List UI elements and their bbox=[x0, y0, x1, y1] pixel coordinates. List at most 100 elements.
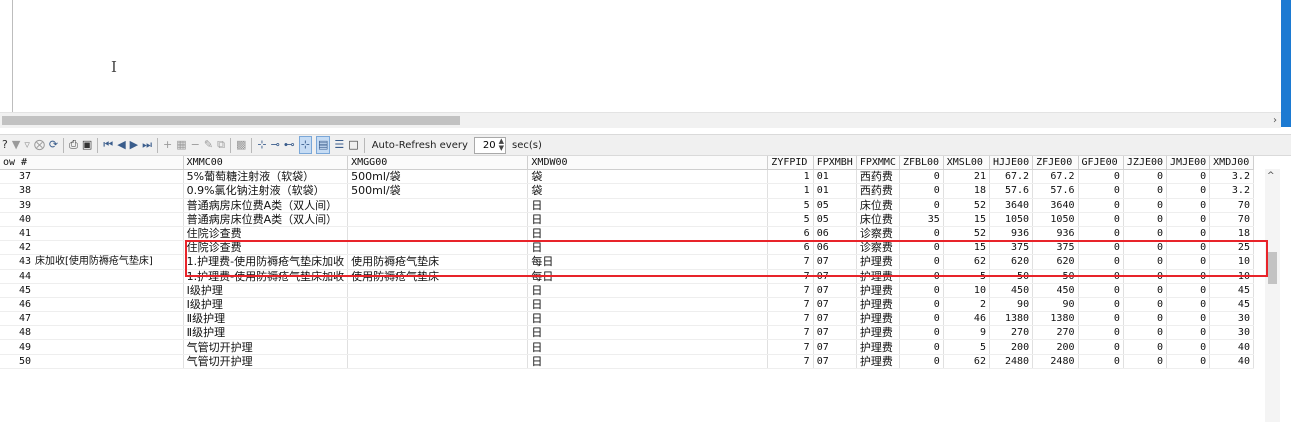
cell-fpid[interactable]: 6 bbox=[767, 226, 814, 242]
cell-spec[interactable] bbox=[347, 198, 529, 213]
cell-hj[interactable]: 270 bbox=[989, 325, 1034, 341]
cell-zfbl[interactable]: 0 bbox=[899, 269, 944, 284]
column-header[interactable]: ZYFPID bbox=[767, 156, 814, 171]
cell-zfbl[interactable]: 0 bbox=[899, 311, 944, 327]
table-row[interactable]: 43 床加收[使用防褥疮气垫床]床加收[使用防褥疮气垫床] 1.护理费-使用防褥疮气… bbox=[0, 254, 1291, 270]
cell-jm[interactable]: 0 bbox=[1166, 339, 1211, 355]
cell-spec[interactable] bbox=[347, 226, 529, 242]
cell-gf[interactable]: 0 bbox=[1078, 226, 1124, 242]
cell-zfbl[interactable]: 0 bbox=[899, 283, 944, 298]
cell-hj[interactable]: 1380 bbox=[989, 311, 1034, 327]
cell-name[interactable]: Ⅱ级护理 bbox=[183, 311, 349, 327]
cell-hj[interactable]: 450 bbox=[989, 283, 1034, 298]
cell-gf[interactable]: 0 bbox=[1078, 212, 1124, 227]
cell-zf[interactable]: 1380 bbox=[1032, 311, 1079, 327]
cell-zfbl[interactable]: 0 bbox=[899, 183, 944, 199]
edit-record-icon[interactable]: ✎ bbox=[204, 137, 213, 153]
auto-refresh-value[interactable]: 20 bbox=[475, 140, 498, 151]
cell-fpbh[interactable]: 06 bbox=[813, 226, 857, 242]
cell-sl[interactable]: 62 bbox=[943, 254, 990, 270]
cell-gf[interactable]: 0 bbox=[1078, 325, 1124, 341]
cell-fpmc[interactable]: 护理费 bbox=[856, 325, 900, 341]
copy-record-icon[interactable]: ⧉ bbox=[217, 137, 225, 153]
cell-dj[interactable]: 40 bbox=[1209, 354, 1254, 369]
cell-spec[interactable] bbox=[347, 283, 529, 298]
cell-hj[interactable]: 57.6 bbox=[989, 183, 1034, 199]
cell-zfbl[interactable]: 0 bbox=[899, 325, 944, 341]
column-header[interactable]: ow # bbox=[0, 156, 184, 171]
cell-hj[interactable]: 2480 bbox=[989, 354, 1034, 369]
cell-gf[interactable]: 0 bbox=[1078, 240, 1124, 256]
cell-zfbl[interactable]: 0 bbox=[899, 254, 944, 270]
refresh-icon[interactable]: ⟳ bbox=[49, 137, 58, 153]
cell-hj[interactable]: 90 bbox=[989, 297, 1034, 313]
cell-jm[interactable]: 0 bbox=[1166, 183, 1211, 199]
cell-fpbh[interactable]: 06 bbox=[813, 240, 857, 256]
cell-rn[interactable]: 45 bbox=[0, 283, 184, 298]
cell-fpbh[interactable]: 01 bbox=[813, 183, 857, 199]
cell-unit[interactable]: 日 bbox=[527, 240, 769, 256]
column-header[interactable]: ZFJE00 bbox=[1032, 156, 1079, 171]
cell-name[interactable]: Ⅰ级护理 bbox=[183, 297, 349, 313]
cell-rn[interactable]: 39 bbox=[0, 198, 184, 213]
form-view-icon[interactable]: ▩ bbox=[236, 137, 246, 153]
column-header[interactable]: FPXMMC bbox=[856, 156, 900, 171]
text-view-icon[interactable]: □ bbox=[348, 137, 358, 153]
cell-gf[interactable]: 0 bbox=[1078, 183, 1124, 199]
cell-hj[interactable]: 1050 bbox=[989, 212, 1034, 227]
not-null-icon[interactable]: ⊷ bbox=[284, 137, 295, 153]
cell-dj[interactable]: 30 bbox=[1209, 325, 1254, 341]
cell-rn[interactable]: 46 bbox=[0, 297, 184, 313]
table-row[interactable]: 48 Ⅱ级护理日 7 07 护理费 0 9 270 270 0 0 0 30 bbox=[0, 325, 1291, 341]
cell-unit[interactable]: 日 bbox=[527, 297, 769, 313]
cell-fpbh[interactable]: 07 bbox=[813, 297, 857, 313]
cell-gf[interactable]: 0 bbox=[1078, 311, 1124, 327]
table-row[interactable]: 37 5%葡萄糖注射液（软袋） 500ml/袋袋 1 01 西药费 0 21 67.2 67.2 0… bbox=[0, 169, 1291, 185]
column-header[interactable]: GFJE00 bbox=[1078, 156, 1124, 171]
cell-rn[interactable]: 44 bbox=[0, 269, 184, 284]
vertical-scrollbar[interactable]: ^ bbox=[1265, 169, 1280, 422]
cell-spec[interactable] bbox=[347, 325, 529, 341]
cell-rn[interactable]: 49 bbox=[0, 339, 184, 355]
cell-zfbl[interactable]: 0 bbox=[899, 169, 944, 185]
cell-gf[interactable]: 0 bbox=[1078, 169, 1124, 185]
cell-dj[interactable]: 3.2 bbox=[1209, 169, 1254, 185]
cell-fpid[interactable]: 7 bbox=[767, 311, 814, 327]
cell-jz[interactable]: 0 bbox=[1123, 354, 1168, 369]
grid-view-icon[interactable]: ▤ bbox=[316, 136, 331, 154]
cell-dj[interactable]: 45 bbox=[1209, 297, 1254, 313]
form-layout-icon[interactable]: ☰ bbox=[334, 137, 344, 153]
column-header[interactable]: XMDJ00 bbox=[1209, 156, 1254, 171]
cell-dj[interactable]: 30 bbox=[1209, 311, 1254, 327]
cell-zf[interactable]: 270 bbox=[1032, 325, 1079, 341]
cell-gf[interactable]: 0 bbox=[1078, 283, 1124, 298]
table-row[interactable]: 41 住院诊查费日 6 06 诊察费 0 52 936 936 0 0 0 18 bbox=[0, 226, 1291, 242]
cell-hj[interactable]: 936 bbox=[989, 226, 1034, 242]
cell-fpid[interactable]: 7 bbox=[767, 283, 814, 298]
cell-fpbh[interactable]: 05 bbox=[813, 212, 857, 227]
scroll-up-arrow-icon[interactable]: ^ bbox=[1267, 171, 1275, 181]
cell-hj[interactable]: 3640 bbox=[989, 198, 1034, 213]
cell-spec[interactable]: 使用防褥疮气垫床 bbox=[347, 269, 529, 284]
cell-spec[interactable]: 500ml/袋 bbox=[347, 169, 529, 185]
cell-dj[interactable]: 10 bbox=[1209, 254, 1254, 270]
set-null-icon[interactable]: ⊸ bbox=[271, 137, 280, 153]
cell-fpid[interactable]: 1 bbox=[767, 183, 814, 199]
cell-fpmc[interactable]: 护理费 bbox=[856, 339, 900, 355]
table-row[interactable]: 44 1.护理费-使用防褥疮气垫床加收 使用防褥疮气垫床 每日 7 07 护理费 0 5 50 50… bbox=[0, 269, 1291, 284]
column-header[interactable]: FPXMBH bbox=[813, 156, 857, 171]
cell-dj[interactable]: 40 bbox=[1209, 339, 1254, 355]
cell-gf[interactable]: 0 bbox=[1078, 297, 1124, 313]
cell-dj[interactable]: 18 bbox=[1209, 226, 1254, 242]
cell-zf[interactable]: 200 bbox=[1032, 339, 1079, 355]
stop-icon[interactable]: ⨂ bbox=[34, 137, 45, 153]
cell-jz[interactable]: 0 bbox=[1123, 212, 1168, 227]
scrollbar-thumb[interactable] bbox=[1268, 252, 1277, 284]
cell-fpbh[interactable]: 05 bbox=[813, 198, 857, 213]
cell-rn[interactable]: 40 bbox=[0, 212, 184, 227]
cell-rn[interactable]: 41 bbox=[0, 226, 184, 242]
cell-fpmc[interactable]: 诊察费 bbox=[856, 240, 900, 256]
cell-rn[interactable]: 42 bbox=[0, 240, 184, 256]
cell-zfbl[interactable]: 0 bbox=[899, 297, 944, 313]
column-header[interactable]: ZFBL00 bbox=[899, 156, 944, 171]
